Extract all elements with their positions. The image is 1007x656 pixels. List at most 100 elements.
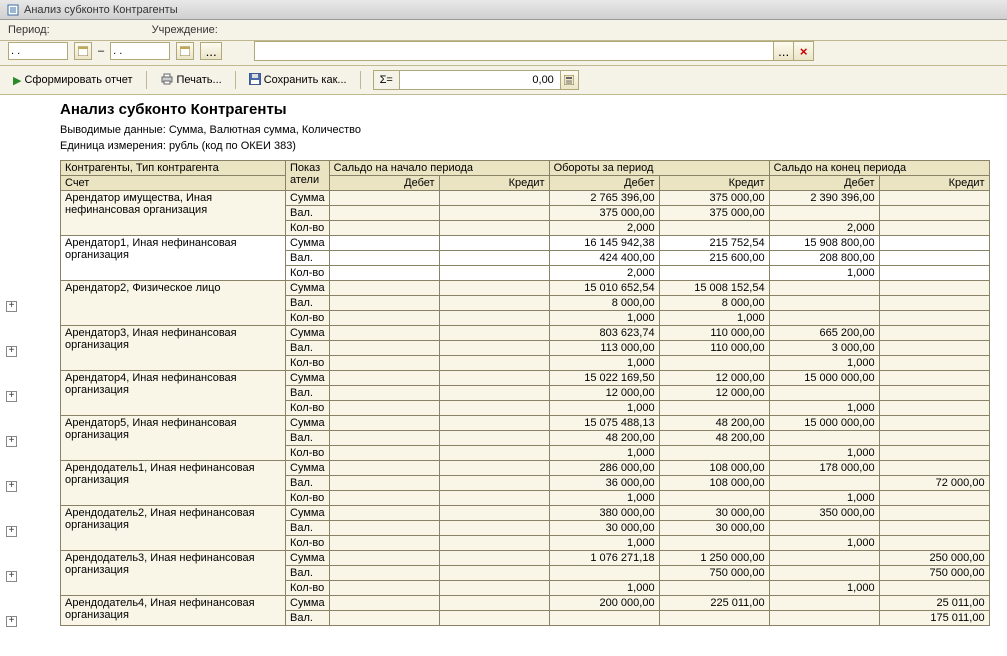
cell-value <box>329 281 439 296</box>
th-end-credit: Кредит <box>879 176 989 191</box>
cell-indicator: Кол-во <box>286 536 330 551</box>
cell-value <box>329 206 439 221</box>
report-outputs: Выводимые данные: Сумма, Валютная сумма,… <box>60 122 1007 138</box>
toolbar-separator <box>235 71 236 89</box>
cell-value <box>439 251 549 266</box>
cell-value: 2 390 396,00 <box>769 191 879 206</box>
institution-field: ... × <box>254 41 814 61</box>
cell-value <box>439 566 549 581</box>
report-area[interactable]: Анализ субконто Контрагенты Выводимые да… <box>0 95 1007 656</box>
cell-value <box>879 506 989 521</box>
cell-value <box>879 491 989 506</box>
cell-value <box>769 281 879 296</box>
cell-value: 225 011,00 <box>659 596 769 611</box>
cell-value <box>439 416 549 431</box>
expand-button[interactable] <box>6 436 17 447</box>
date-from-input[interactable] <box>8 42 68 60</box>
cell-indicator: Сумма <box>286 461 330 476</box>
expand-button[interactable] <box>6 481 17 492</box>
institution-select-button[interactable]: ... <box>774 41 794 61</box>
cell-value <box>439 221 549 236</box>
date-from-calendar-button[interactable] <box>74 42 92 60</box>
cell-value: 1,000 <box>549 536 659 551</box>
cell-value <box>439 311 549 326</box>
cell-value <box>659 446 769 461</box>
expand-button[interactable] <box>6 391 17 402</box>
th-indicators: Показатели <box>286 161 330 191</box>
cell-counterparty: Арендодатель3, Иная нефинансовая организ… <box>61 551 286 596</box>
cell-value: 1,000 <box>549 446 659 461</box>
institution-clear-button[interactable]: × <box>794 41 814 61</box>
cell-value <box>879 266 989 281</box>
print-button[interactable]: Печать... <box>153 69 229 91</box>
cell-value <box>439 611 549 626</box>
cell-value <box>439 296 549 311</box>
cell-value: 8 000,00 <box>659 296 769 311</box>
cell-indicator: Кол-во <box>286 266 330 281</box>
cell-value <box>879 251 989 266</box>
filter-bar-inputs: – ... ... × <box>0 41 1007 66</box>
cell-value <box>439 446 549 461</box>
cell-value <box>659 356 769 371</box>
cell-value <box>439 521 549 536</box>
cell-value: 1,000 <box>659 311 769 326</box>
cell-value: 30 000,00 <box>549 521 659 536</box>
cell-indicator: Сумма <box>286 416 330 431</box>
cell-value: 1 250 000,00 <box>659 551 769 566</box>
institution-input[interactable] <box>254 41 774 61</box>
cell-value <box>329 431 439 446</box>
cell-value: 1,000 <box>769 401 879 416</box>
report-table: Контрагенты, Тип контрагента Показатели … <box>60 160 990 626</box>
cell-value: 750 000,00 <box>879 566 989 581</box>
th-turn-debit: Дебет <box>549 176 659 191</box>
window-title: Анализ субконто Контрагенты <box>24 4 178 16</box>
expand-button[interactable] <box>6 301 17 312</box>
cell-value <box>439 551 549 566</box>
cell-value: 3 000,00 <box>769 341 879 356</box>
cell-value <box>879 446 989 461</box>
cell-value <box>439 401 549 416</box>
cell-value <box>329 506 439 521</box>
cell-value: 72 000,00 <box>879 476 989 491</box>
th-end-debit: Дебет <box>769 176 879 191</box>
date-to-calendar-button[interactable] <box>176 42 194 60</box>
period-select-button[interactable]: ... <box>200 42 222 60</box>
cell-value: 15 000 000,00 <box>769 371 879 386</box>
expand-button[interactable] <box>6 526 17 537</box>
th-end: Сальдо на конец периода <box>769 161 989 176</box>
floppy-icon <box>249 73 261 88</box>
cell-value <box>549 611 659 626</box>
cell-value: 108 000,00 <box>659 476 769 491</box>
cell-counterparty: Арендодатель4, Иная нефинансовая организ… <box>61 596 286 626</box>
cell-value: 108 000,00 <box>659 461 769 476</box>
cell-value <box>879 221 989 236</box>
cell-value <box>879 236 989 251</box>
cell-indicator: Вал. <box>286 296 330 311</box>
cell-value <box>329 341 439 356</box>
table-row: Арендатор5, Иная нефинансовая организаци… <box>61 416 990 431</box>
th-turnover: Обороты за период <box>549 161 769 176</box>
cell-counterparty: Арендодатель1, Иная нефинансовая организ… <box>61 461 286 506</box>
cell-value <box>879 326 989 341</box>
save-as-button[interactable]: Сохранить как... <box>242 69 354 91</box>
cell-value: 375 000,00 <box>659 191 769 206</box>
cell-value <box>329 551 439 566</box>
cell-value <box>769 206 879 221</box>
cell-value <box>659 536 769 551</box>
date-to-input[interactable] <box>110 42 170 60</box>
sigma-calc-button[interactable] <box>560 71 578 89</box>
cell-value <box>659 401 769 416</box>
cell-indicator: Вал. <box>286 566 330 581</box>
cell-value: 1,000 <box>549 491 659 506</box>
cell-value: 350 000,00 <box>769 506 879 521</box>
cell-indicator: Вал. <box>286 611 330 626</box>
cell-value: 1,000 <box>769 491 879 506</box>
expand-button[interactable] <box>6 571 17 582</box>
expand-button[interactable] <box>6 346 17 357</box>
expand-button[interactable] <box>6 616 17 627</box>
cell-value <box>769 521 879 536</box>
cell-value: 110 000,00 <box>659 341 769 356</box>
cell-indicator: Вал. <box>286 431 330 446</box>
cell-counterparty: Арендодатель2, Иная нефинансовая организ… <box>61 506 286 551</box>
generate-report-button[interactable]: ▶ Сформировать отчет <box>6 69 140 91</box>
